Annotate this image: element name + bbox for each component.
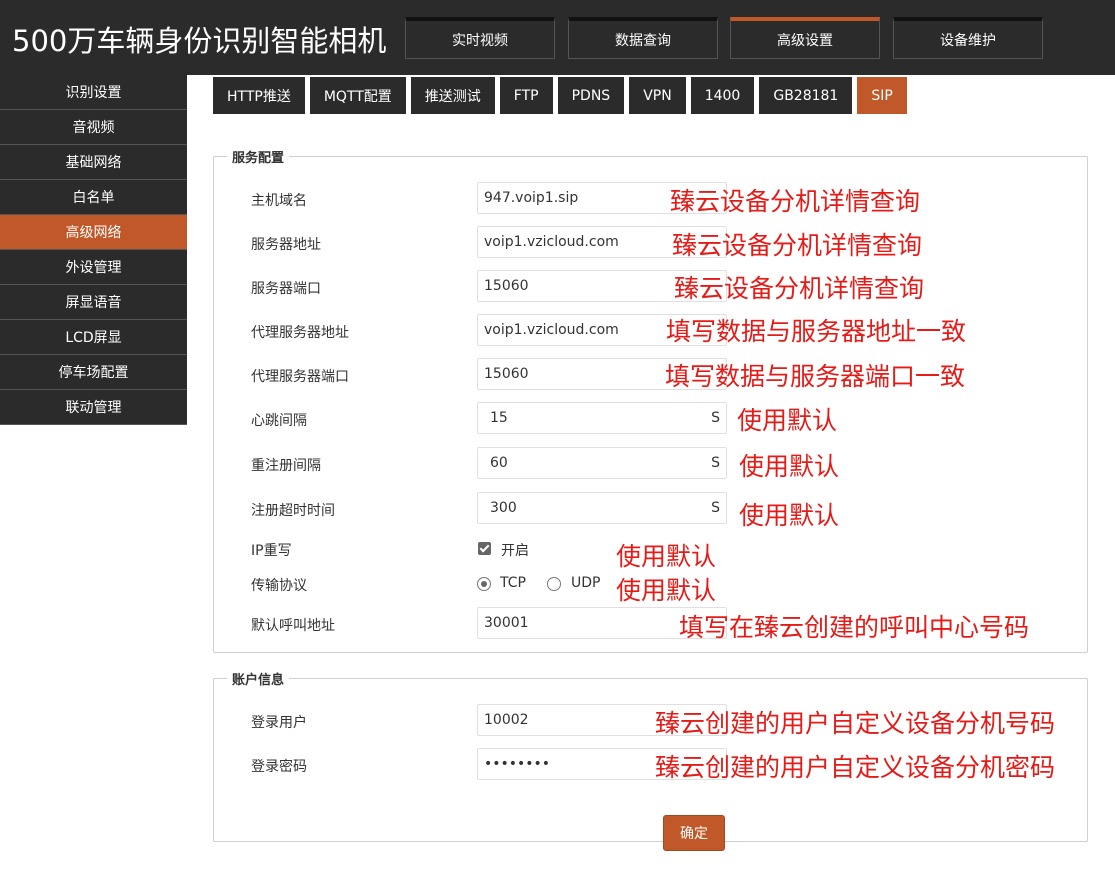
ip-rewrite-label: IP重写 [251,543,292,559]
tab-vpn[interactable]: VPN [629,77,686,114]
tab-gb28181[interactable]: GB28181 [759,77,853,114]
transport-note: 使用默认 [616,576,717,605]
account-info-legend: 账户信息 [227,669,290,688]
server-address-label: 服务器地址 [251,237,321,253]
tab-ftp[interactable]: FTP [499,77,553,114]
nav-data-query[interactable]: 数据查询 [568,17,718,59]
host-domain-note: 臻云设备分机详情查询 [670,187,921,216]
register-timeout-input[interactable] [478,493,688,523]
service-config-legend: 服务配置 [227,147,290,166]
sidebar-item-linkage[interactable]: 联动管理 [0,390,187,425]
reregister-note: 使用默认 [739,452,840,481]
sidebar-item-lcd-display[interactable]: LCD屏显 [0,320,187,355]
tab-1400[interactable]: 1400 [690,77,755,114]
nav-live-video[interactable]: 实时视频 [405,17,555,59]
host-domain-label: 主机域名 [251,193,307,209]
sidebar-item-recognition[interactable]: 识别设置 [0,75,187,110]
app-title: 500万车辆身份识别智能相机 [12,24,387,58]
account-info-panel: 账户信息 登录用户 臻云创建的用户自定义设备分机号码 登录密码 臻云创建的用户自… [213,669,1088,851]
heartbeat-field: S [477,402,727,434]
proxy-address-note: 填写数据与服务器地址一致 [666,317,967,346]
tab-push-test[interactable]: 推送测试 [410,77,495,114]
default-call-note: 填写在臻云创建的呼叫中心号码 [679,613,1030,642]
register-timeout-label: 注册超时时间 [251,503,335,519]
default-call-label: 默认呼叫地址 [251,618,335,634]
confirm-button[interactable]: 确定 [663,815,725,851]
heartbeat-label: 心跳间隔 [251,413,307,429]
heartbeat-note: 使用默认 [737,406,838,435]
login-user-note: 臻云创建的用户自定义设备分机号码 [655,709,1056,738]
register-timeout-note: 使用默认 [739,501,840,530]
transport-udp-radio[interactable] [547,577,561,591]
service-config-panel: 服务配置 主机域名 臻云设备分机详情查询 服务器地址 臻云设备分机详情查询 服务… [213,147,1088,653]
nav-device-maintenance[interactable]: 设备维护 [893,17,1043,59]
reregister-unit: S [711,455,720,471]
transport-label: 传输协议 [251,578,307,594]
reregister-field: S [477,447,727,479]
reregister-input[interactable] [478,448,688,478]
sidebar-item-audio-video[interactable]: 音视频 [0,110,187,145]
ip-rewrite-note: 使用默认 [616,542,717,571]
proxy-address-label: 代理服务器地址 [251,325,349,341]
sidebar-item-display-voice[interactable]: 屏显语音 [0,285,187,320]
sidebar: 识别设置 音视频 基础网络 白名单 高级网络 外设管理 屏显语音 LCD屏显 停… [0,75,187,425]
tab-pdns[interactable]: PDNS [557,77,625,114]
header: 500万车辆身份识别智能相机 实时视频 数据查询 高级设置 设备维护 [0,0,1115,75]
transport-tcp-radio[interactable] [477,577,491,591]
heartbeat-input[interactable] [478,403,688,433]
proxy-port-label: 代理服务器端口 [251,369,349,385]
register-timeout-field: S [477,492,727,524]
transport-udp-label: UDP [571,575,601,591]
register-timeout-unit: S [711,500,720,516]
login-password-label: 登录密码 [251,759,307,775]
tab-mqtt[interactable]: MQTT配置 [309,77,406,114]
ip-rewrite-checkbox[interactable] [478,542,491,555]
sidebar-item-parking[interactable]: 停车场配置 [0,355,187,390]
transport-tcp-label: TCP [500,575,526,591]
server-address-note: 臻云设备分机详情查询 [672,231,923,260]
sidebar-item-basic-network[interactable]: 基础网络 [0,145,187,180]
tab-bar: HTTP推送 MQTT配置 推送测试 FTP PDNS VPN 1400 GB2… [213,77,912,114]
heartbeat-unit: S [711,410,720,426]
tab-sip[interactable]: SIP [857,77,907,114]
tab-http-push[interactable]: HTTP推送 [213,77,305,114]
sidebar-item-whitelist[interactable]: 白名单 [0,180,187,215]
sidebar-item-advanced-network[interactable]: 高级网络 [0,215,187,250]
login-password-note: 臻云创建的用户自定义设备分机密码 [655,753,1056,782]
sidebar-item-peripherals[interactable]: 外设管理 [0,250,187,285]
nav-advanced-settings[interactable]: 高级设置 [730,17,880,59]
server-port-note: 臻云设备分机详情查询 [674,274,925,303]
proxy-port-note: 填写数据与服务器端口一致 [665,362,966,391]
server-port-label: 服务器端口 [251,281,321,297]
reregister-label: 重注册间隔 [251,458,321,474]
login-user-label: 登录用户 [251,715,307,731]
ip-rewrite-checkbox-label: 开启 [501,543,529,559]
